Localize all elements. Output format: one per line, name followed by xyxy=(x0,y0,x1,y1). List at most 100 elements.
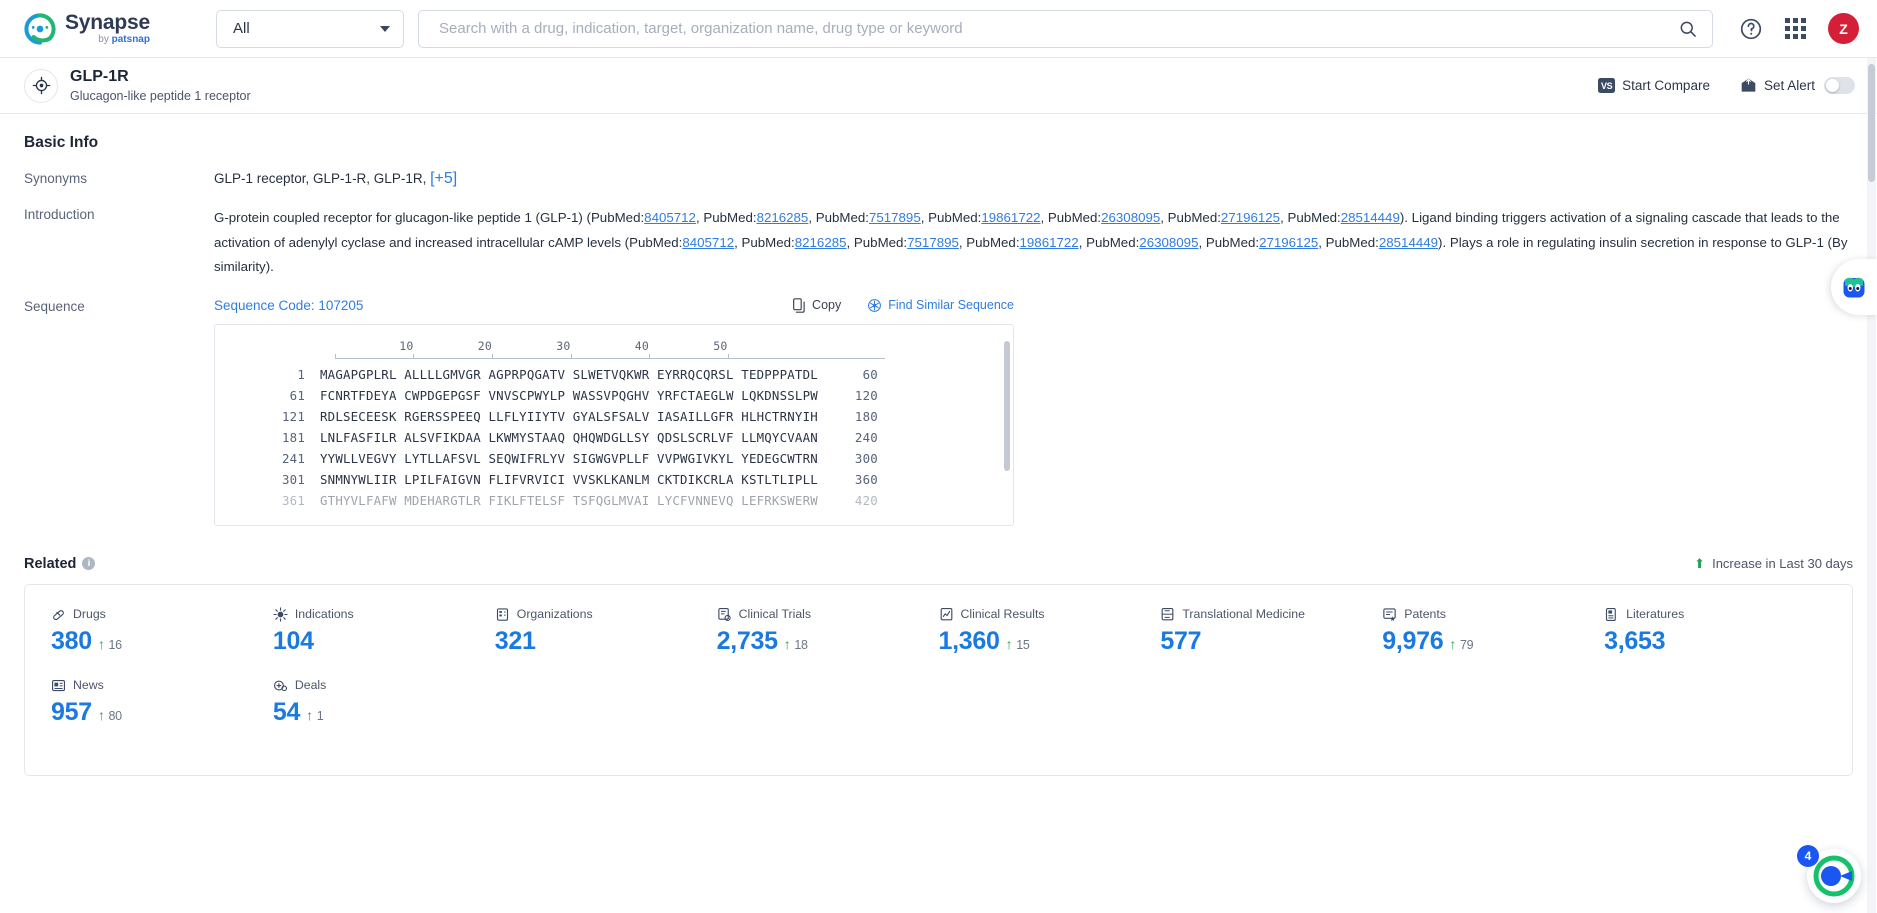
ruler-tick: 40 xyxy=(634,338,649,353)
sequence-start-index: 301 xyxy=(282,471,305,487)
metric-card-literatures[interactable]: Literatures 3,653 xyxy=(1604,607,1826,656)
brand-logo[interactable]: Synapse by patsnap xyxy=(24,12,192,45)
metric-label: Drugs xyxy=(73,607,106,622)
ruler-tick: 20 xyxy=(477,338,492,353)
metric-card-organizations[interactable]: Organizations 321 xyxy=(495,607,717,656)
metric-value: 54 xyxy=(272,697,301,726)
clinical-trial-icon xyxy=(717,607,731,621)
sequence-row: 121 RDLSECEESK RGERSSPEEQ LLFLYIIYTV GYAL… xyxy=(215,406,1013,427)
metric-value: 577 xyxy=(1160,626,1202,655)
pubmed-link[interactable]: 28514449 xyxy=(1379,235,1438,250)
arrow-up-icon: ↑ xyxy=(97,706,105,723)
metric-card-indications[interactable]: Indications 104 xyxy=(273,607,495,656)
introduction-text: G-protein coupled receptor for glucagon-… xyxy=(214,210,1848,275)
metric-value-row: 321 xyxy=(495,627,717,656)
news-icon xyxy=(52,679,65,691)
arrow-up-icon: ↑ xyxy=(306,706,313,723)
info-icon[interactable]: i xyxy=(82,557,96,571)
metric-card-news[interactable]: News 957 ↑ 80 xyxy=(51,678,273,727)
metric-delta: ↑ 80 xyxy=(98,707,122,723)
metric-value: 957 xyxy=(51,697,92,726)
search-input[interactable] xyxy=(437,19,1678,38)
grid-apps-icon[interactable] xyxy=(1785,18,1806,39)
metric-value-row: 9,976 ↑ 79 xyxy=(1382,627,1604,656)
synapse-orb-icon xyxy=(1813,855,1855,897)
find-similar-label: Find Similar Sequence xyxy=(888,298,1014,313)
pubmed-link[interactable]: 19861722 xyxy=(1020,235,1079,250)
metric-card-clinical-results[interactable]: Clinical Results 1,360 ↑ 15 xyxy=(939,607,1161,656)
metric-value: 1,360 xyxy=(938,626,1000,655)
metric-delta: ↑ 16 xyxy=(98,636,122,652)
set-alert-toggle[interactable] xyxy=(1824,77,1855,94)
pubmed-link[interactable]: 8405712 xyxy=(682,235,734,250)
metric-card-clinical-trials[interactable]: Clinical Trials 2,735 ↑ 18 xyxy=(717,607,939,656)
metric-head: Translational Medicine xyxy=(1160,607,1382,622)
search-icon[interactable] xyxy=(1678,19,1698,39)
synonyms-label: Synonyms xyxy=(24,171,88,186)
related-legend: ⬆ Increase in Last 30 days xyxy=(1694,556,1853,571)
ruler-tick: 50 xyxy=(713,338,728,353)
metric-card-drugs[interactable]: Drugs 380 ↑ 16 xyxy=(51,607,273,656)
find-similar-sequence-button[interactable]: Find Similar Sequence xyxy=(867,298,1014,313)
pubmed-link[interactable]: 7517895 xyxy=(907,235,959,250)
pubmed-link[interactable]: 8216285 xyxy=(795,235,847,250)
metric-delta-value: 80 xyxy=(108,708,123,723)
entity-header: GLP-1R Glucagon-like peptide 1 receptor … xyxy=(0,58,1877,114)
pubmed-link[interactable]: 19861722 xyxy=(981,210,1040,225)
start-compare-button[interactable]: VS Start Compare xyxy=(1598,78,1710,93)
metric-delta: ↑ 15 xyxy=(1006,636,1030,652)
sequence-ruler: 10 20 30 40 50 xyxy=(335,339,1013,355)
metric-head: Clinical Trials xyxy=(717,607,939,622)
metric-delta: ↑ 1 xyxy=(306,706,324,723)
metric-delta-value: 79 xyxy=(1460,637,1474,652)
translational-icon xyxy=(1162,607,1174,621)
pubmed-link[interactable]: 27196125 xyxy=(1259,235,1318,250)
clinical-result-icon xyxy=(940,607,952,621)
copy-sequence-button[interactable]: Copy xyxy=(792,298,841,313)
sequence-viewer[interactable]: 10 20 30 40 50 1 MAGAPGPLRL ALLLLGMVGR AGPRPQ… xyxy=(214,323,1014,526)
arrow-up-icon: ↑ xyxy=(783,635,791,652)
notification-badge: 4 xyxy=(1797,845,1819,867)
pubmed-link[interactable]: 7517895 xyxy=(869,210,921,225)
avatar[interactable]: Z xyxy=(1828,13,1859,44)
related-metrics-grid: Drugs 380 ↑ 16 Indications 104 Organizations 32… xyxy=(51,607,1826,749)
metric-card-translational-medicine[interactable]: Translational Medicine 577 xyxy=(1160,607,1382,656)
sequence-residues: RDLSECEESK RGERSSPEEQ LLFLYIIYTV GYALSFS… xyxy=(320,408,818,424)
sequence-row: 1 MAGAPGPLRL ALLLLGMVGR AGPRPQGATV SLWETV… xyxy=(215,364,1013,385)
pubmed-link[interactable]: 26308095 xyxy=(1139,235,1198,250)
metric-value-row: 104 xyxy=(273,627,495,656)
search-scope-dropdown[interactable]: All xyxy=(216,9,404,48)
metric-label: Indications xyxy=(294,607,354,622)
global-search-bar[interactable] xyxy=(418,9,1713,48)
help-circle-icon[interactable] xyxy=(1739,17,1763,41)
ruler-tick: 10 xyxy=(399,338,414,353)
metric-card-patents[interactable]: Patents 9,976 ↑ 79 xyxy=(1382,607,1604,656)
synonyms-value: GLP-1 receptor, GLP-1-R, GLP-1R, xyxy=(214,171,431,186)
pubmed-link[interactable]: 26308095 xyxy=(1101,210,1160,225)
set-alert-control[interactable]: Set Alert xyxy=(1740,77,1855,94)
sequence-residues: MAGAPGPLRL ALLLLGMVGR AGPRPQGATV SLWETVQ… xyxy=(320,366,818,382)
pubmed-link[interactable]: 8216285 xyxy=(757,210,809,225)
metric-card-deals[interactable]: Deals 54 ↑ 1 xyxy=(273,678,495,727)
pubmed-link[interactable]: 27196125 xyxy=(1221,210,1280,225)
copy-label: Copy xyxy=(812,298,842,313)
literature-icon xyxy=(1606,607,1616,621)
related-legend-label: Increase in Last 30 days xyxy=(1712,556,1853,572)
sequence-start-index: 61 xyxy=(289,387,305,403)
ai-assistant-icon xyxy=(1843,277,1865,298)
metric-value: 3,653 xyxy=(1604,626,1666,655)
page-scrollbar-thumb[interactable] xyxy=(1868,64,1875,182)
sequence-row: 361 GTHYVLFAFW MDEHARGTLR FIKLFTELSF TSFQ… xyxy=(215,490,1013,511)
pubmed-link[interactable]: 8405712 xyxy=(644,210,696,225)
pubmed-link[interactable]: 28514449 xyxy=(1341,210,1400,225)
sequence-residues: FCNRTFDEYA CWPDGEPGSF VNVSCPWYLP WASSVPQ… xyxy=(320,387,818,403)
metric-value: 2,735 xyxy=(716,626,778,655)
synonyms-more-link[interactable]: [+5] xyxy=(430,170,457,187)
set-alert-label: Set Alert xyxy=(1763,78,1815,93)
metric-value-row: 577 xyxy=(1160,627,1382,656)
sequence-start-index: 241 xyxy=(282,450,305,466)
sequence-code-link[interactable]: Sequence Code: 107205 xyxy=(214,298,363,313)
sequence-scrollbar[interactable] xyxy=(1004,340,1010,471)
synapse-orb-launcher[interactable]: 4 xyxy=(1797,845,1861,903)
page-scrollbar[interactable] xyxy=(1867,58,1876,913)
